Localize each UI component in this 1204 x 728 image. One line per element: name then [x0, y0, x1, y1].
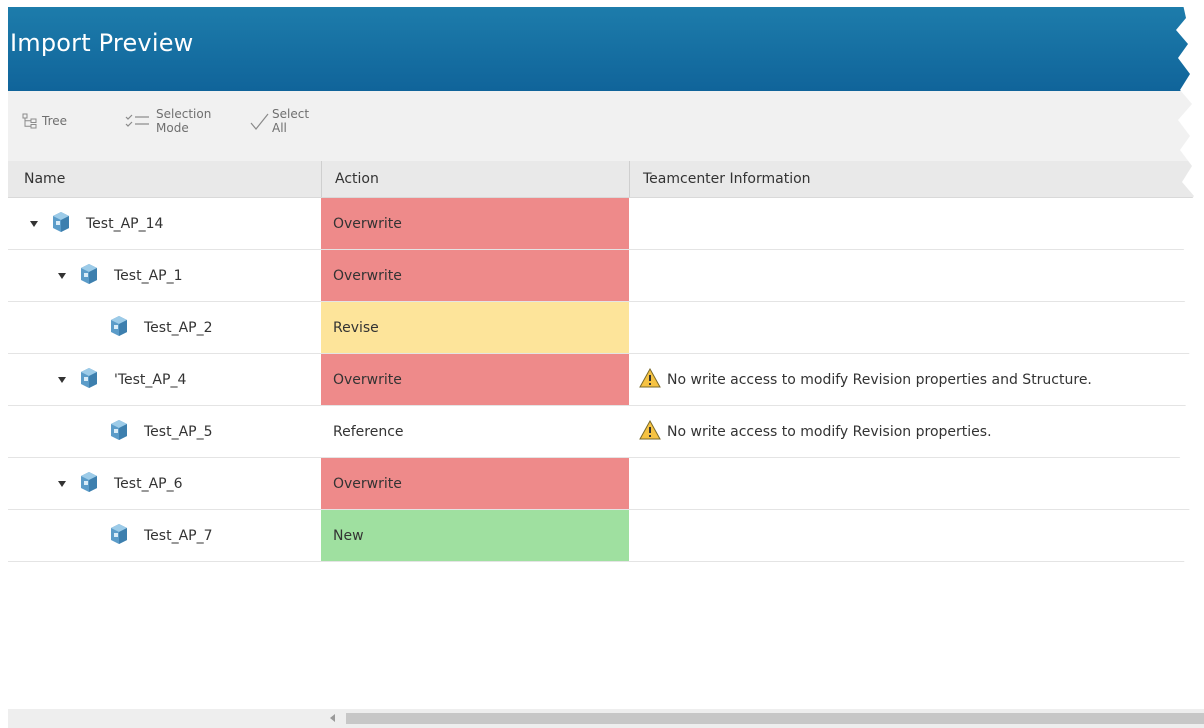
table-row[interactable]: Test_AP_1 Overwrite [8, 250, 1204, 302]
part-assembly-icon [108, 314, 130, 342]
action-cell[interactable]: Overwrite [321, 458, 629, 509]
select-all-line1: Select [272, 107, 310, 121]
info-text: No write access to modify Revision prope… [667, 371, 1092, 388]
action-cell[interactable]: Overwrite [321, 354, 629, 405]
info-cell: No write access to modify Revision prope… [629, 406, 1204, 457]
action-cell[interactable]: New [321, 510, 629, 561]
action-cell[interactable]: Overwrite [321, 250, 629, 301]
info-cell [629, 302, 1204, 353]
action-cell[interactable]: Overwrite [321, 198, 629, 249]
part-assembly-icon [108, 418, 130, 446]
part-assembly-icon [108, 522, 130, 550]
info-cell [629, 458, 1204, 509]
table-header: Name Action Teamcenter Information [8, 161, 1204, 198]
scrollbar-thumb[interactable] [346, 713, 1204, 724]
scroll-left-icon[interactable] [330, 714, 335, 722]
item-name: Test_AP_2 [144, 319, 213, 336]
column-header-name[interactable]: Name [8, 161, 321, 197]
info-cell [629, 250, 1204, 301]
select-all-line2: All [272, 121, 287, 135]
part-assembly-icon [78, 366, 100, 394]
name-cell[interactable]: Test_AP_7 [8, 510, 321, 561]
select-all-button[interactable]: Select All [248, 107, 309, 135]
column-header-action[interactable]: Action [321, 161, 629, 197]
name-cell[interactable]: Test_AP_1 [8, 250, 321, 301]
column-header-teamcenter-information[interactable]: Teamcenter Information [629, 161, 1204, 197]
item-name: Test_AP_5 [144, 423, 213, 440]
chevron-down-icon[interactable] [58, 272, 66, 279]
item-name: Test_AP_1 [114, 267, 183, 284]
selection-mode-line2: Mode [156, 121, 189, 135]
action-value: Overwrite [333, 475, 402, 492]
table-body: Test_AP_14 Overwrite Test_AP_1 Overwrite Tes… [8, 198, 1204, 562]
name-cell[interactable]: Test_AP_6 [8, 458, 321, 509]
part-assembly-icon [78, 262, 100, 290]
tree-button[interactable]: Tree [22, 113, 67, 129]
table-row[interactable]: 'Test_AP_4 Overwrite No write access to mo… [8, 354, 1204, 406]
action-value: New [333, 527, 364, 544]
name-cell[interactable]: Test_AP_14 [8, 198, 321, 249]
import-preview-table: Name Action Teamcenter Information Test_… [8, 161, 1204, 728]
warning-icon [639, 367, 661, 392]
action-cell[interactable]: Revise [321, 302, 629, 353]
info-cell [629, 510, 1204, 561]
item-name: Test_AP_7 [144, 527, 213, 544]
toolbar: Tree Selection Mode Select All [8, 91, 1204, 161]
import-preview-dialog: Import Preview Tree Selection Mode Selec… [8, 7, 1204, 728]
action-value: Revise [333, 319, 379, 336]
action-value: Overwrite [333, 215, 402, 232]
chevron-down-icon[interactable] [30, 220, 38, 227]
name-cell[interactable]: Test_AP_5 [8, 406, 321, 457]
name-cell[interactable]: 'Test_AP_4 [8, 354, 321, 405]
title-bar: Import Preview [8, 7, 1204, 91]
info-cell [629, 198, 1204, 249]
checklist-icon [125, 114, 149, 127]
part-assembly-icon [78, 470, 100, 498]
item-name: 'Test_AP_4 [114, 371, 187, 388]
item-name: Test_AP_14 [86, 215, 164, 232]
part-assembly-icon [50, 210, 72, 238]
info-text: No write access to modify Revision prope… [667, 423, 992, 440]
select-all-label: Select All [272, 107, 309, 135]
horizontal-scrollbar[interactable] [8, 709, 1204, 728]
torn-edge [1176, 0, 1204, 574]
action-value: Overwrite [333, 267, 402, 284]
info-cell: No write access to modify Revision prope… [629, 354, 1204, 405]
action-value: Reference [333, 423, 404, 440]
table-row[interactable]: Test_AP_6 Overwrite [8, 458, 1204, 510]
tree-label: Tree [42, 114, 68, 128]
chevron-down-icon[interactable] [58, 480, 66, 487]
name-cell[interactable]: Test_AP_2 [8, 302, 321, 353]
item-name: Test_AP_6 [114, 475, 183, 492]
warning-icon [639, 419, 661, 444]
selection-mode-label: Selection Mode [156, 107, 211, 135]
dialog-title: Import Preview [10, 29, 194, 57]
action-cell[interactable]: Reference [321, 406, 629, 457]
table-row[interactable]: Test_AP_14 Overwrite [8, 198, 1204, 250]
checkmark-icon [250, 113, 269, 130]
table-row[interactable]: Test_AP_5 Reference No write access to mod… [8, 406, 1204, 458]
tree-icon [22, 113, 37, 129]
chevron-down-icon[interactable] [58, 376, 66, 383]
table-row[interactable]: Test_AP_7 New [8, 510, 1204, 562]
selection-mode-line1: Selection [156, 107, 212, 121]
action-value: Overwrite [333, 371, 402, 388]
table-row[interactable]: Test_AP_2 Revise [8, 302, 1204, 354]
selection-mode-button[interactable]: Selection Mode [124, 107, 211, 135]
